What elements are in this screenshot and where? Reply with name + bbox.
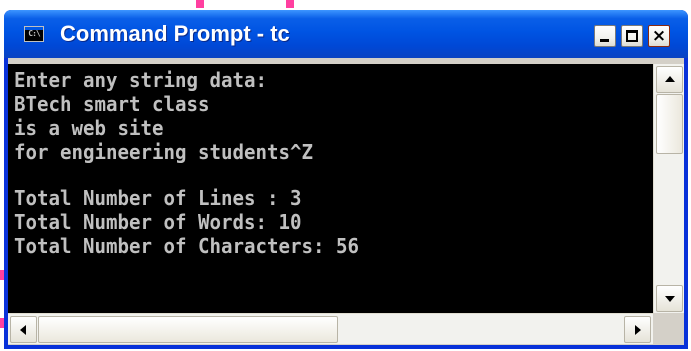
scroll-up-button[interactable] bbox=[656, 66, 683, 93]
window-client-area: Enter any string data: BTech smart class… bbox=[8, 58, 684, 345]
arrow-left-icon bbox=[20, 325, 26, 335]
command-prompt-window[interactable]: C:\ Command Prompt - tc × Enter any stri… bbox=[4, 10, 688, 349]
console-line: is a web site bbox=[14, 116, 164, 140]
title-bar[interactable]: C:\ Command Prompt - tc × bbox=[4, 10, 688, 58]
console-line: Total Number of Characters: 56 bbox=[14, 234, 359, 258]
minimize-icon bbox=[600, 39, 609, 42]
console-line: Enter any string data: bbox=[14, 68, 267, 92]
console-line: for engineering students^Z bbox=[14, 140, 313, 164]
maximize-icon bbox=[626, 30, 638, 42]
console-output[interactable]: Enter any string data: BTech smart class… bbox=[8, 64, 653, 313]
decor-dot bbox=[286, 0, 294, 8]
console-line: Total Number of Lines : 3 bbox=[14, 186, 302, 210]
vertical-scroll-thumb[interactable] bbox=[656, 94, 683, 154]
vertical-scrollbar[interactable] bbox=[653, 64, 684, 313]
close-button[interactable]: × bbox=[648, 25, 670, 47]
page: C:\ Command Prompt - tc × Enter any stri… bbox=[0, 0, 691, 351]
arrow-right-icon bbox=[635, 325, 641, 335]
console-line: Total Number of Words: 10 bbox=[14, 210, 302, 234]
maximize-button[interactable] bbox=[621, 25, 643, 47]
scrollbar-corner bbox=[653, 313, 684, 344]
arrow-down-icon bbox=[665, 296, 675, 302]
console-line: BTech smart class bbox=[14, 92, 210, 116]
decor-dot bbox=[196, 0, 204, 8]
window-title: Command Prompt - tc bbox=[60, 21, 290, 46]
cmd-icon[interactable]: C:\ bbox=[24, 26, 44, 42]
close-icon: × bbox=[651, 26, 667, 46]
horizontal-scroll-thumb[interactable] bbox=[38, 316, 338, 343]
scroll-down-button[interactable] bbox=[656, 285, 683, 312]
scroll-right-button[interactable] bbox=[624, 316, 651, 343]
horizontal-scrollbar[interactable] bbox=[8, 313, 653, 344]
minimize-button[interactable] bbox=[594, 25, 616, 47]
scroll-left-button[interactable] bbox=[10, 316, 37, 343]
arrow-up-icon bbox=[665, 76, 675, 82]
